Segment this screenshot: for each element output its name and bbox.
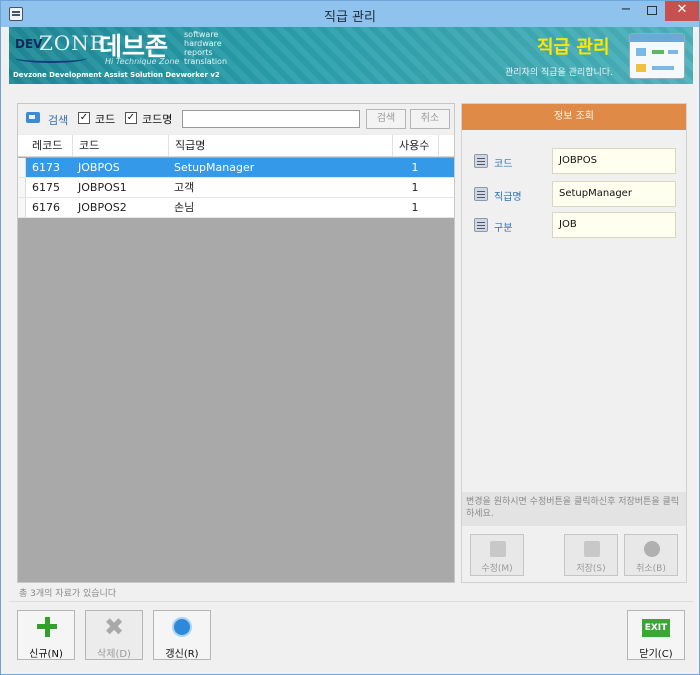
title-bar[interactable]: 직급 관리 − ✕: [1, 1, 699, 27]
cell-name: 손님: [174, 201, 195, 214]
save-icon: [584, 541, 600, 557]
cell-name: 고객: [174, 181, 195, 194]
window-title: 직급 관리: [324, 10, 376, 25]
list-panel: 검색 ✓ 코드 ✓ 코드명 검색 취소 레코드 코드 직급명 사용수 6173 …: [17, 103, 455, 583]
search-label: 검색: [48, 114, 69, 127]
maximize-icon: [647, 6, 657, 15]
banner-footer-text: Devzone Development Assist Solution Devw…: [13, 71, 220, 79]
save-button-label: 저장(S): [576, 564, 606, 574]
edit-hint-text: 변경을 원하시면 수정버튼을 클릭하신후 저장버튼을 클릭하세요.: [462, 492, 686, 526]
table-empty-area: [18, 218, 454, 582]
category-field-icon: [474, 218, 488, 232]
edit-button-label: 수정(M): [481, 564, 513, 574]
table-row[interactable]: 6175 JOBPOS1 고객 1: [18, 178, 454, 198]
delete-button[interactable]: ✖ 삭제(D): [85, 610, 143, 660]
column-header-filler: [438, 135, 454, 156]
row-selector[interactable]: [18, 198, 26, 217]
cell-usage: 1: [411, 161, 419, 174]
close-button[interactable]: EXIT 닫기(C): [627, 610, 685, 660]
column-header-usage[interactable]: 사용수: [392, 135, 438, 156]
page-description: 관리자의 직급을 관리합니다.: [505, 68, 613, 78]
cell-code: JOBPOS1: [78, 181, 127, 194]
code-name-checkbox-label: 코드명: [142, 113, 173, 126]
code-field[interactable]: JOBPOS: [552, 148, 676, 174]
brand-keyword: translation: [184, 57, 228, 66]
exit-icon: EXIT: [642, 619, 670, 637]
cell-code: JOBPOS2: [78, 201, 127, 214]
refresh-icon: [172, 617, 192, 637]
close-window-button[interactable]: ✕: [665, 1, 699, 21]
maximize-button[interactable]: [639, 1, 665, 21]
minimize-button[interactable]: −: [613, 1, 639, 21]
detail-cancel-button-label: 취소(B): [636, 564, 666, 574]
detail-header: 정보 조회: [462, 104, 686, 130]
cancel-icon: [644, 541, 660, 557]
job-grade-table: 레코드 코드 직급명 사용수 6173 JOBPOS SetupManager …: [18, 135, 454, 582]
refresh-button[interactable]: 갱신(R): [153, 610, 211, 660]
refresh-button-label: 갱신(R): [165, 649, 199, 660]
grade-name-field-label: 직급명: [494, 192, 522, 203]
logo-zone-text: ZONE: [39, 31, 106, 55]
add-icon: [37, 617, 57, 637]
cell-record: 6173: [32, 161, 60, 174]
column-header-code[interactable]: 코드: [72, 135, 168, 156]
search-button[interactable]: 검색: [366, 109, 406, 129]
window-illustration-icon: [629, 33, 685, 79]
record-count-status: 총 3개의 자료가 있습니다: [19, 589, 117, 599]
brand-tagline: Hi Technique Zone: [105, 57, 180, 66]
category-field-label: 구분: [494, 223, 513, 234]
code-name-checkbox[interactable]: ✓: [125, 112, 137, 124]
app-window: 직급 관리 − ✕ DEV ZONE 데브존 Hi Technique Zone…: [0, 0, 700, 675]
page-heading: 직급 관리: [537, 37, 610, 58]
close-button-label: 닫기(C): [639, 649, 673, 660]
brand-keyword: reports: [184, 48, 213, 57]
table-header: 레코드 코드 직급명 사용수: [18, 135, 454, 157]
detail-panel: 정보 조회 코드 JOBPOS 직급명 SetupManager 구분 JOB …: [461, 103, 687, 583]
detail-cancel-button[interactable]: 취소(B): [624, 534, 678, 576]
column-header-record[interactable]: 레코드: [26, 135, 72, 156]
cell-record: 6175: [32, 181, 60, 194]
logo-swoosh: [15, 53, 87, 63]
row-selector[interactable]: [18, 158, 26, 177]
grade-name-field[interactable]: SetupManager: [552, 181, 676, 207]
category-field[interactable]: JOB: [552, 212, 676, 238]
search-cancel-button[interactable]: 취소: [410, 109, 450, 129]
cell-record: 6176: [32, 201, 60, 214]
search-input[interactable]: [182, 110, 360, 128]
row-selector[interactable]: [18, 178, 26, 197]
search-icon: [26, 112, 40, 123]
code-checkbox[interactable]: ✓: [78, 112, 90, 124]
cell-usage: 1: [411, 201, 419, 214]
table-row[interactable]: 6176 JOBPOS2 손님 1: [18, 198, 454, 218]
code-field-label: 코드: [494, 159, 513, 170]
table-row[interactable]: 6173 JOBPOS SetupManager 1: [18, 158, 454, 178]
brand-keywords: software hardware reports translation: [184, 30, 227, 66]
code-field-icon: [474, 154, 488, 168]
brand-keyword: software: [184, 30, 219, 39]
brand-keyword: hardware: [184, 39, 222, 48]
code-checkbox-label: 코드: [95, 113, 116, 126]
column-header-name[interactable]: 직급명: [168, 135, 392, 156]
new-button-label: 신규(N): [29, 649, 63, 660]
detail-empty-area: [462, 252, 686, 492]
cell-usage: 1: [411, 181, 419, 194]
bottom-toolbar: 신규(N) ✖ 삭제(D) 갱신(R) EXIT 닫기(C): [9, 601, 693, 671]
cell-name: SetupManager: [174, 161, 255, 174]
edit-button[interactable]: 수정(M): [470, 534, 524, 576]
edit-icon: [490, 541, 506, 557]
cell-code: JOBPOS: [78, 161, 120, 174]
save-button[interactable]: 저장(S): [564, 534, 618, 576]
search-bar: 검색 ✓ 코드 ✓ 코드명 검색 취소: [18, 104, 454, 134]
delete-button-label: 삭제(D): [97, 649, 131, 660]
grade-name-field-icon: [474, 187, 488, 201]
delete-icon: ✖: [104, 613, 125, 641]
new-button[interactable]: 신규(N): [17, 610, 75, 660]
header-banner: DEV ZONE 데브존 Hi Technique Zone software …: [9, 27, 693, 84]
